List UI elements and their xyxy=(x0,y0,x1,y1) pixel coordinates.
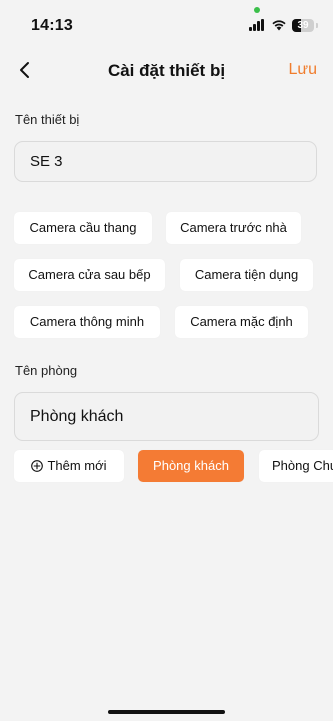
battery-tip xyxy=(316,23,318,28)
signal-icon xyxy=(249,19,265,31)
add-room-label: Thêm mới xyxy=(47,458,107,473)
status-time: 14:13 xyxy=(31,17,73,34)
room-option-chip[interactable]: Phòng Chung xyxy=(259,450,333,482)
wifi-icon xyxy=(272,20,286,31)
privacy-indicator-dot xyxy=(254,7,260,13)
page-title: Cài đặt thiết bị xyxy=(107,61,226,80)
add-room-button[interactable]: Thêm mới xyxy=(14,450,124,482)
battery-percent: 39 xyxy=(297,20,309,31)
device-name-input[interactable]: SE 3 xyxy=(14,141,317,182)
home-indicator xyxy=(108,710,225,714)
room-name-label: Tên phòng xyxy=(15,363,78,378)
device-suggestion-chip[interactable]: Camera trước nhà xyxy=(166,212,301,244)
plus-circle-icon xyxy=(31,460,44,472)
nav-header: Cài đặt thiết bị Lưu xyxy=(0,52,333,88)
status-bar: 14:13 39 xyxy=(0,0,333,50)
device-suggestion-chip[interactable]: Camera mặc định xyxy=(175,306,308,338)
device-suggestion-chip[interactable]: Camera cửa sau bếp xyxy=(14,259,165,291)
device-name-label: Tên thiết bị xyxy=(15,112,80,127)
device-suggestion-chip[interactable]: Camera cầu thang xyxy=(14,212,152,244)
save-button[interactable]: Lưu xyxy=(288,61,317,79)
device-suggestion-chip[interactable]: Camera thông minh xyxy=(14,306,160,338)
room-name-input[interactable]: Phòng khách xyxy=(14,392,319,441)
battery-icon: 39 xyxy=(292,19,314,32)
device-suggestion-chip[interactable]: Camera tiện dụng xyxy=(180,259,313,291)
room-option-chip[interactable]: Phòng khách xyxy=(138,450,244,482)
